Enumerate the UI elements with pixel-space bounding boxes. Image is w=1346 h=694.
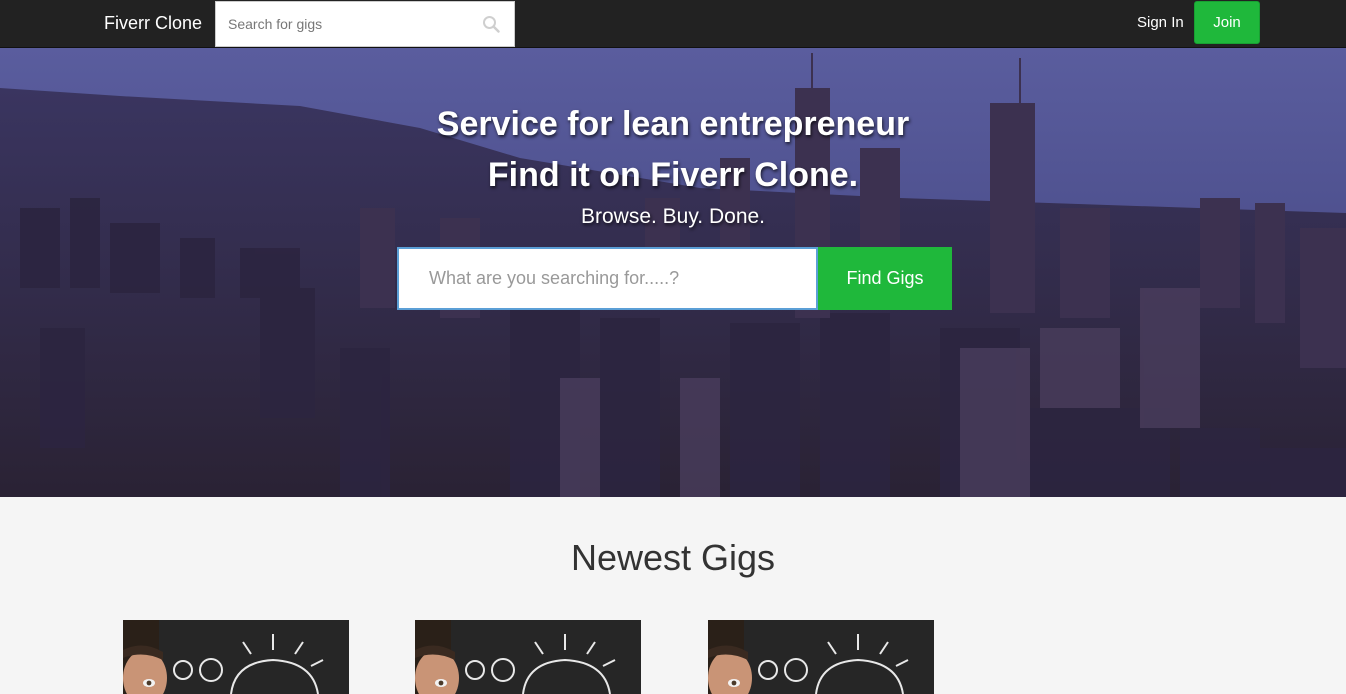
gig-thumbnail-image bbox=[123, 620, 349, 694]
hero-title-line-1: Service for lean entrepreneur bbox=[436, 105, 910, 143]
brand-logo[interactable]: Fiverr Clone bbox=[104, 12, 202, 34]
sign-in-link[interactable]: Sign In bbox=[1137, 14, 1184, 32]
hero-title-line-2: Find it on Fiverr Clone. bbox=[487, 156, 859, 194]
gig-thumbnail-image bbox=[708, 620, 934, 694]
newest-gigs-heading: Newest Gigs bbox=[570, 537, 776, 578]
navbar-search bbox=[215, 1, 515, 47]
gig-card-1[interactable] bbox=[123, 620, 349, 694]
top-navbar: Fiverr Clone Sign In Join bbox=[0, 0, 1346, 48]
hero-search-input[interactable] bbox=[397, 247, 818, 310]
gig-card-2[interactable] bbox=[415, 620, 641, 694]
navbar-search-input[interactable] bbox=[216, 2, 476, 46]
find-gigs-button[interactable]: Find Gigs bbox=[818, 247, 952, 310]
gig-thumbnail-image bbox=[415, 620, 641, 694]
hero-banner: Service for lean entrepreneur Find it on… bbox=[0, 48, 1346, 497]
hero-subtitle: Browse. Buy. Done. bbox=[580, 205, 766, 228]
join-button[interactable]: Join bbox=[1194, 1, 1260, 44]
gig-card-3[interactable] bbox=[708, 620, 934, 694]
search-icon[interactable] bbox=[482, 15, 500, 33]
